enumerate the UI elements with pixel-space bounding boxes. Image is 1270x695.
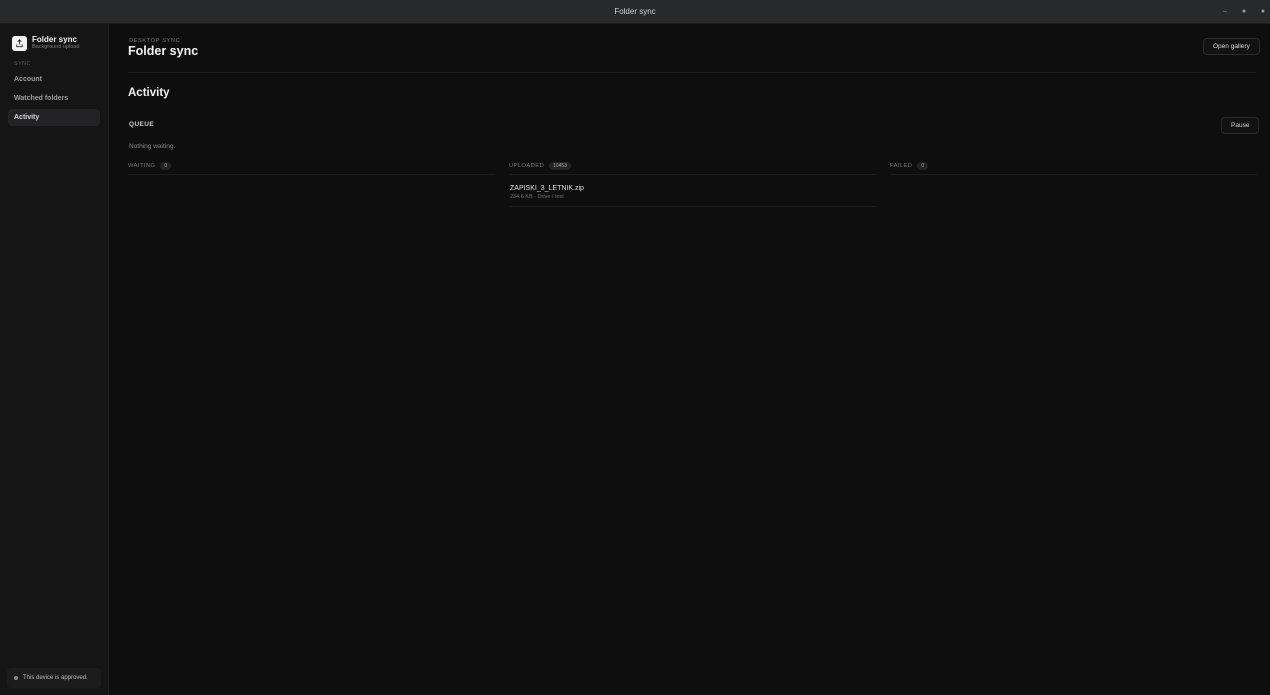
window-title: Folder sync [614,7,656,16]
failed-column: FAILED 0 [890,160,1257,175]
status-dot-icon [14,676,18,680]
file-name: ZAPISKI_3_LETNIK.zip [510,185,584,192]
brand: Folder sync Background upload [12,35,79,51]
waiting-count-badge: 0 [160,161,172,170]
device-status: This device is approved. [7,668,101,688]
sidebar: Folder sync Background upload SYNC Accou… [0,24,109,695]
sidebar-item-activity[interactable]: Activity [8,109,100,126]
queue-label: QUEUE [129,121,155,128]
brand-name: Folder sync [32,35,77,44]
list-item[interactable]: ZAPISKI_3_LETNIK.zip 234.6 KB · Drive / … [509,175,876,207]
minimize-icon[interactable]: – [1222,0,1228,24]
failed-count-badge: 0 [917,161,929,170]
sidebar-section-label: SYNC [14,61,31,67]
device-status-text: This device is approved. [23,675,88,681]
activity-title: Activity [128,87,170,99]
waiting-label: WAITING [128,162,156,169]
brand-subtitle: Background upload [32,44,80,50]
uploaded-column: UPLOADED 10453 ZAPISKI_3_LETNIK.zip 234.… [509,160,876,207]
maximize-icon[interactable]: ● [1241,0,1247,24]
uploaded-count-badge: 10453 [549,161,571,170]
uploaded-label: UPLOADED [509,162,545,169]
file-meta: 234.6 KB · Drive / test [510,194,564,200]
pause-button[interactable]: Pause [1221,117,1260,134]
close-icon[interactable]: ● [1260,0,1266,24]
sidebar-nav: Account Watched folders Activity [8,71,100,128]
header-divider [128,72,1256,73]
upload-icon [12,35,27,51]
waiting-column: WAITING 0 [128,160,495,175]
title-bar: Folder sync – ● ● [0,0,1270,24]
main-content: DESKTOP SYNC Folder sync Open gallery Ac… [110,24,1270,695]
open-gallery-button[interactable]: Open gallery [1203,38,1260,55]
failed-label: FAILED [890,162,913,169]
page-title: Folder sync [128,44,199,58]
sidebar-item-account[interactable]: Account [8,71,100,88]
sidebar-item-watched-folders[interactable]: Watched folders [8,90,100,107]
queue-empty-text: Nothing waiting. [129,143,176,150]
window-controls: – ● ● [1222,0,1266,24]
